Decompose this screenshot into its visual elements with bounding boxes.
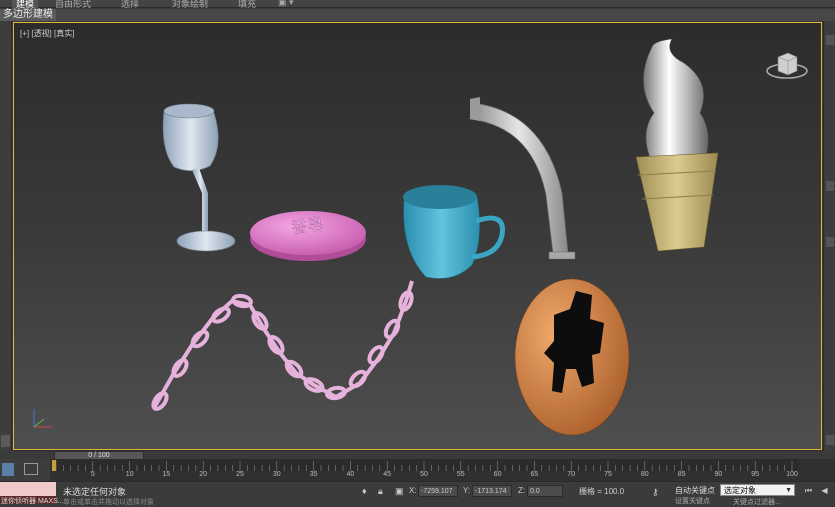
ruler-tick-label: 30 [272, 471, 281, 478]
polygon-modeling-label[interactable]: 多边形建模 [0, 9, 56, 21]
ribbon-options-icon[interactable]: ▣ ▾ [278, 0, 294, 8]
ruler-tick-label: 100 [786, 471, 798, 478]
soap-bar[interactable]: 香皂 [250, 211, 366, 261]
set-key-button[interactable]: 设置关键点 [675, 496, 710, 506]
ruler-tick-label: 5 [90, 471, 95, 478]
mini-curve-editor-icon[interactable] [2, 463, 14, 476]
cracked-egg[interactable] [514, 278, 630, 436]
left-toolbar [0, 21, 12, 451]
set-key-icon[interactable]: ⚷ [652, 487, 659, 498]
ruler-tick-label: 15 [162, 471, 171, 478]
ruler-tick-label: 70 [567, 471, 576, 478]
perspective-viewport[interactable]: [+] [透视] [真实] 香皂 [13, 22, 822, 450]
track-view-icon[interactable] [24, 463, 38, 475]
chain[interactable] [151, 280, 414, 411]
ruler-tick-label: 80 [640, 471, 649, 478]
mode-row: 多边形建模 [0, 9, 835, 21]
ruler-tick-label: 10 [125, 471, 134, 478]
ruler-tick-label: 55 [456, 471, 465, 478]
viewcube[interactable] [764, 49, 810, 85]
ruler-tick-label: 90 [714, 471, 723, 478]
scene-render: 香皂 [151, 38, 719, 436]
selection-set-value: 选定对象 [724, 486, 756, 495]
ruler-tick-label: 25 [236, 471, 244, 478]
x-label: X: [409, 486, 417, 495]
chevron-down-icon: ▼ [785, 487, 792, 494]
time-slider[interactable]: 0 / 100 [13, 450, 822, 460]
right-tool-button[interactable] [826, 237, 834, 247]
ruler-tick-label: 85 [677, 471, 686, 478]
ruler-tick-label: 20 [199, 471, 208, 478]
curved-column[interactable] [469, 97, 576, 260]
ruler-tick-label: 35 [309, 471, 318, 478]
ruler-tick-label: 75 [604, 471, 612, 478]
ribbon-bar: 建模 自由形式 选择 对象绘制 填充 ▣ ▾ [0, 0, 835, 10]
track-bar: 5 10 15 20 25 30 35 40 45 50 55 60 65 70 75 80 85 90 95 100 [0, 459, 835, 481]
x-coordinate-field[interactable]: -7259.107 [418, 485, 458, 497]
wine-glass[interactable] [162, 103, 236, 252]
selection-set-dropdown[interactable]: 选定对象 ▼ [720, 484, 795, 496]
tea-cup[interactable] [403, 185, 505, 279]
maxscript-listener[interactable]: 迷你侦听器 MAXS... [0, 482, 64, 505]
previous-frame-icon[interactable]: ◀ [820, 486, 829, 495]
y-label: Y: [463, 486, 471, 495]
right-tool-button[interactable] [826, 181, 834, 191]
z-label: Z: [518, 486, 526, 495]
right-tool-button[interactable] [826, 435, 834, 445]
ruler-tick-label: 50 [420, 471, 428, 478]
maxscript-label: 迷你侦听器 MAXS... [1, 498, 64, 505]
right-tool-button[interactable] [826, 35, 834, 45]
ruler-tick-label: 45 [383, 471, 392, 478]
current-frame-marker[interactable] [52, 460, 56, 471]
ice-cream-cone[interactable] [635, 38, 719, 252]
left-toggle-button[interactable] [1, 435, 10, 447]
ruler-tick-label: 60 [493, 471, 502, 478]
lock-icon[interactable]: 🔒︎ [378, 486, 383, 497]
axis-tripod-icon [33, 409, 52, 428]
track-bar-tools [0, 459, 50, 481]
auto-key-button[interactable]: 自动关键点 [675, 485, 715, 496]
status-bar: 迷你侦听器 MAXS... 未选定任何对象 单击或单击并拖动以选择对象 ♦ 🔒︎… [0, 481, 835, 506]
right-toolbar [823, 21, 835, 451]
ruler-tick-label: 95 [751, 471, 760, 478]
grid-size: 栅格 = 100.0 [579, 487, 625, 496]
ruler-tick-label: 40 [346, 471, 355, 478]
prompt-line: 单击或单击并拖动以选择对象 [63, 499, 154, 506]
go-to-start-icon[interactable]: ⏮ [804, 486, 813, 495]
z-coordinate-field[interactable]: 0.0 [527, 485, 563, 497]
absolute-mode-icon[interactable]: ▣ [395, 486, 404, 497]
maxscript-input[interactable] [0, 482, 56, 496]
y-coordinate-field[interactable]: -1713.174 [472, 485, 512, 497]
key-filters-button[interactable]: 关键点过滤器... [733, 497, 781, 507]
ruler-tick-label: 65 [530, 471, 539, 478]
isolate-icon[interactable]: ♦ [362, 486, 367, 496]
